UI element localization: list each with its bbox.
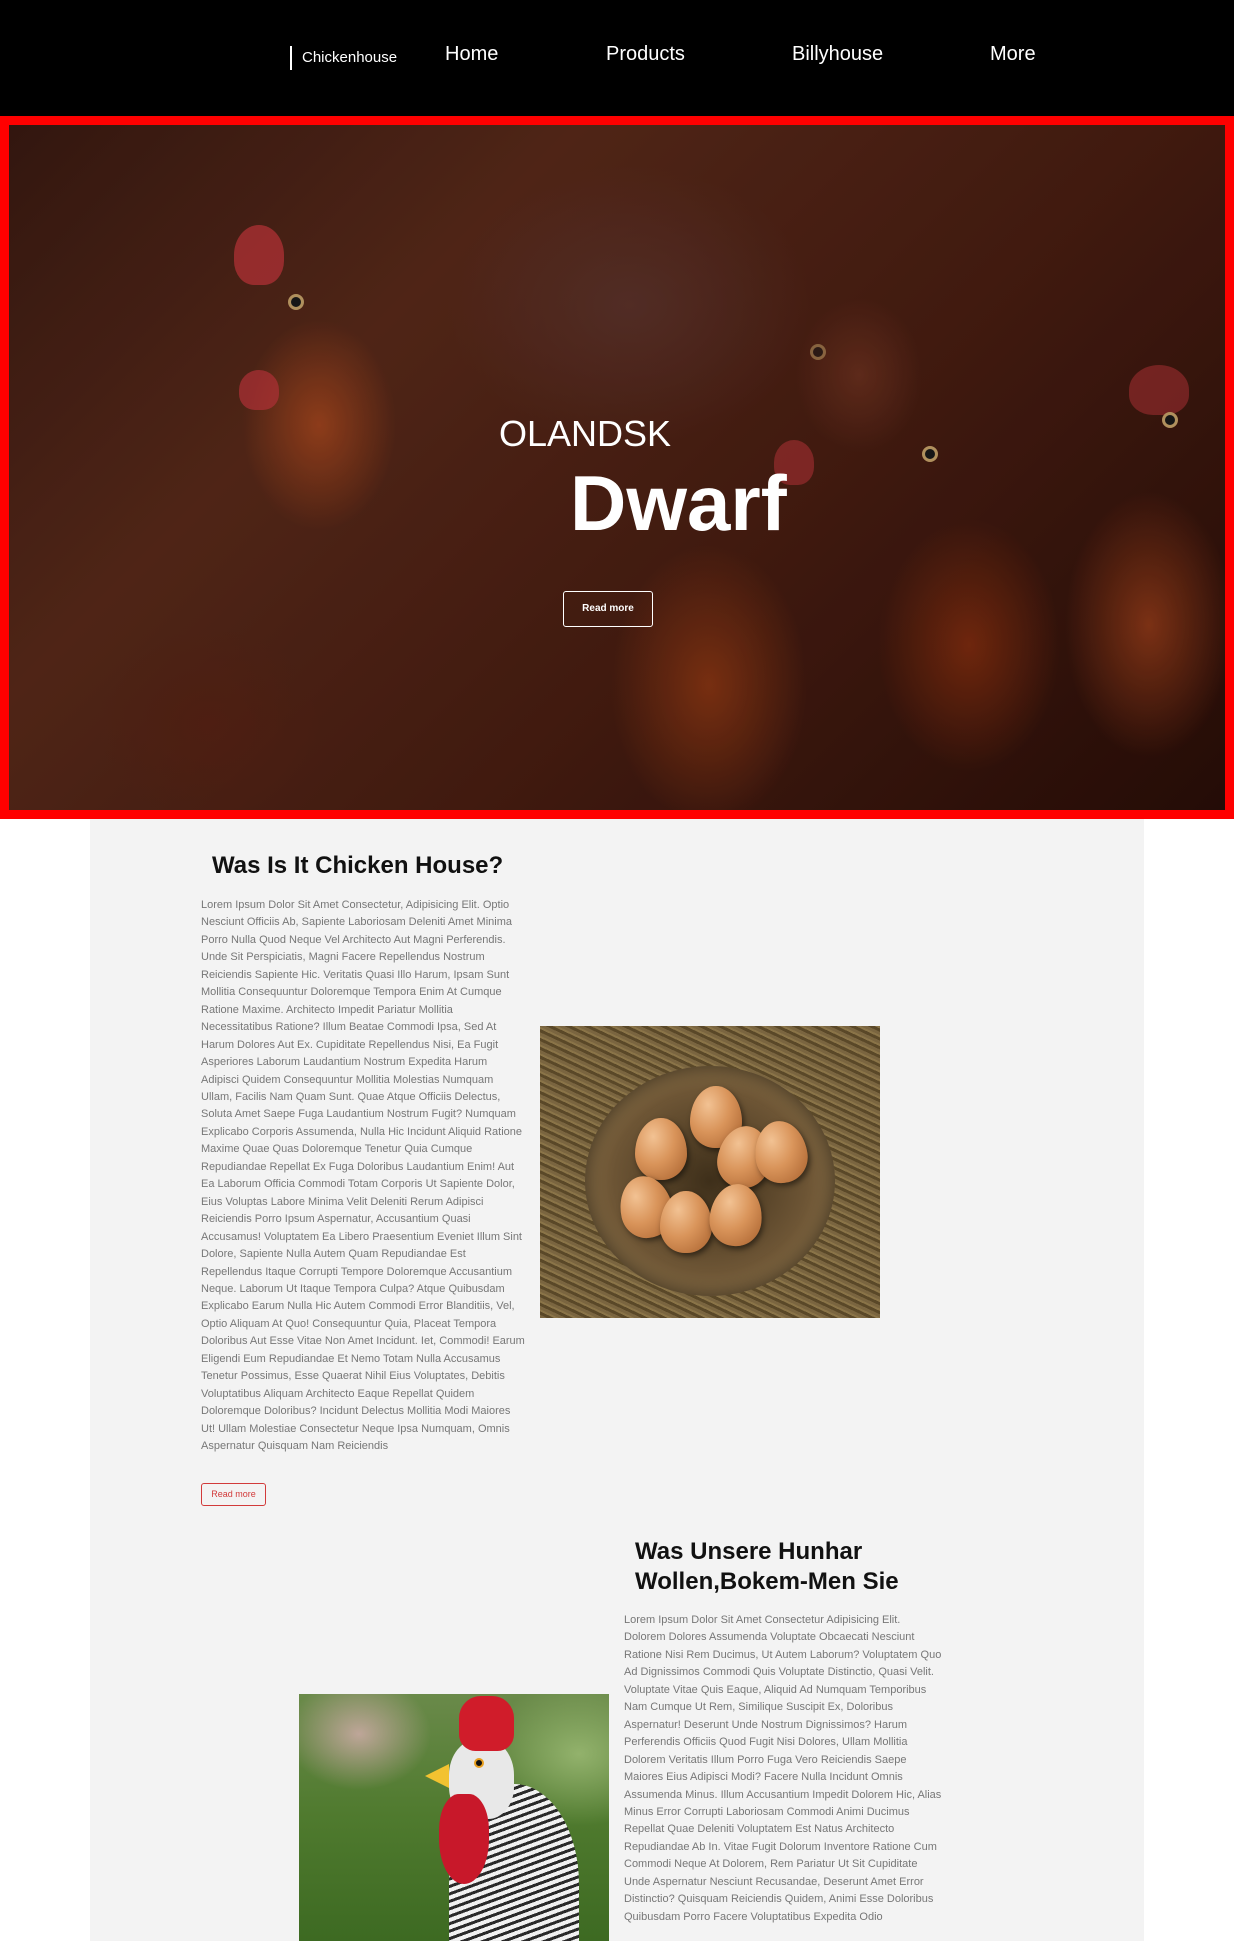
eggs-basket-image <box>540 1026 880 1318</box>
hero-eyebrow: OLANDSK <box>499 413 672 454</box>
section2-title: Was Unsere Hunhar Wollen,Bokem-Men Sie <box>635 1538 899 1595</box>
section1-body: Lorem Ipsum Dolor Sit Amet Consectetur, … <box>201 899 525 1453</box>
brand-logo[interactable]: Chickenhouse <box>290 46 397 70</box>
hero-read-more-button[interactable]: Read more <box>563 591 653 627</box>
top-nav: Chickenhouse Home Products Billyhouse Mo… <box>0 0 1234 116</box>
nav-link-home[interactable]: Home <box>445 40 498 68</box>
section1-title: Was Is It Chicken House? <box>212 852 504 879</box>
nav-link-billyhouse[interactable]: Billyhouse <box>792 40 883 68</box>
nav-link-more[interactable]: More <box>990 40 1036 68</box>
hero-banner: OLANDSK Dwarf Read more <box>0 116 1234 819</box>
section1-read-more-button[interactable]: Read more <box>201 1483 266 1506</box>
nav-link-products[interactable]: Products <box>606 40 685 68</box>
hero-title: Dwarf <box>570 459 787 547</box>
section2-body: Lorem Ipsum Dolor Sit Amet Consectetur A… <box>624 1614 942 1923</box>
rooster-image <box>299 1694 609 1941</box>
